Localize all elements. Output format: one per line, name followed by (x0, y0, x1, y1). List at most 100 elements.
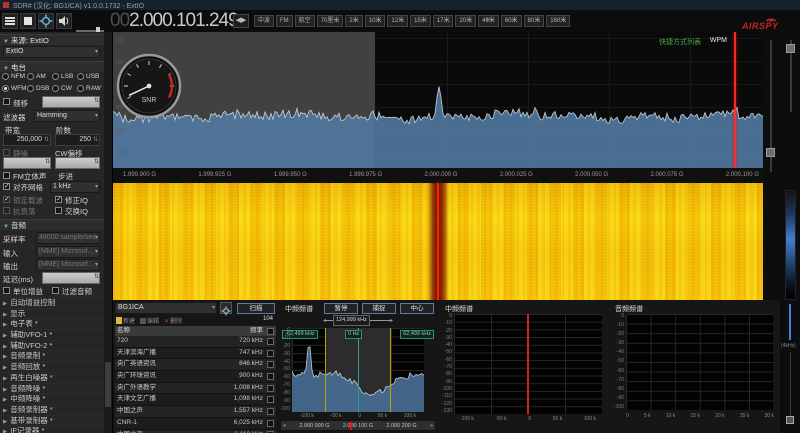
latency-input[interactable] (42, 272, 100, 284)
band-button[interactable]: 160米 (546, 15, 570, 27)
source-section-header[interactable]: ▼来源: ExtIO (0, 34, 104, 45)
table-row[interactable]: 天津滨海广播 747 kHz (115, 348, 276, 360)
title-bar[interactable]: SDR# (汉化: BG1ICA) v1.0.0.1732 - ExtIO (0, 0, 800, 10)
column-frequency[interactable]: 频率 (221, 326, 265, 336)
mode-radio[interactable]: LSB (52, 73, 77, 80)
main-spectrum-display[interactable]: -20-40-60-80-100-120 SNR 快捷方式列表 WPM (113, 32, 763, 168)
band-button[interactable]: 20米 (455, 15, 476, 27)
row-checkbox[interactable] (265, 371, 276, 382)
collapsed-section-header[interactable]: ▶再生白噪器 * (0, 372, 104, 383)
collapsed-section-header[interactable]: ▶音频录制 * (0, 350, 104, 361)
table-row[interactable]: 央广英语资讯 846 kHz (115, 359, 276, 371)
shift-input[interactable] (42, 96, 100, 108)
frequency-group-dropdown[interactable]: BG1ICA (115, 302, 217, 314)
bandwidth-input[interactable]: 250,000 (3, 134, 51, 146)
frequency-display[interactable]: 002.000.101.249 (110, 10, 238, 32)
row-checkbox[interactable] (265, 418, 276, 429)
correct-iq-checkbox[interactable] (55, 196, 62, 203)
collapsed-section-header[interactable]: ▶辅助VFO-2 * (0, 340, 104, 351)
mute-button[interactable] (56, 13, 72, 29)
new-entry-icon[interactable] (116, 317, 122, 324)
collapsed-section-header[interactable]: ▶音频录制器 * (0, 404, 104, 415)
audio-zoom-slider-thumb[interactable] (786, 416, 794, 424)
frequency-step-buttons[interactable]: ◀▶ (233, 14, 249, 28)
frequency-zoombar[interactable]: « 2.000 000 G 2.000 100 G 2.000 200 G » (280, 420, 436, 431)
waterfall-palette-bar[interactable] (785, 190, 796, 300)
table-row[interactable]: 央广外语教学 1,008 kHz (115, 383, 276, 395)
collapsed-section-header[interactable]: ▶自动增益控制 (0, 297, 104, 308)
table-row[interactable]: 天津文艺广播 1,098 kHz (115, 394, 276, 406)
if-spectrum-plot[interactable] (454, 314, 602, 414)
mode-radio[interactable]: NFM (2, 73, 27, 80)
band-button[interactable]: 17米 (433, 15, 454, 27)
table-row[interactable]: 中国之声 1,557 kHz (115, 406, 276, 418)
band-button[interactable]: 15米 (410, 15, 431, 27)
band-button[interactable]: 10米 (365, 15, 386, 27)
tuning-line[interactable] (734, 32, 736, 168)
sidebar-scrollbar-thumb[interactable] (105, 362, 111, 407)
collapsed-section-header[interactable]: ▶基带录制器 * (0, 415, 104, 426)
filter-audio-checkbox[interactable] (52, 287, 59, 294)
menu-button[interactable] (2, 13, 18, 29)
delete-entry-label[interactable]: 删除 (170, 319, 182, 325)
band-button[interactable]: 60米 (501, 15, 522, 27)
frequency-table-header[interactable]: 名称 频率 (115, 326, 276, 336)
mode-radio[interactable]: USB (77, 73, 102, 80)
table-row[interactable]: 央广环球资讯 900 kHz (115, 371, 276, 383)
mode-radio[interactable]: CW (52, 85, 77, 92)
audio-zoom-slider-fill[interactable] (789, 304, 791, 340)
band-button[interactable]: 航空 (295, 15, 315, 27)
mode-radio[interactable]: AM (27, 73, 52, 80)
band-button[interactable]: FM (276, 15, 293, 27)
zoombar-left-arrow[interactable]: « (283, 423, 286, 429)
band-button[interactable]: 2米 (345, 15, 362, 27)
swap-iq-checkbox[interactable] (55, 207, 62, 214)
sidebar-scrollbar[interactable] (104, 32, 112, 433)
row-checkbox[interactable] (265, 406, 276, 417)
step-size-dropdown[interactable]: 1 kHz (50, 181, 100, 193)
center-button[interactable]: 中心 (400, 303, 434, 314)
collapsed-section-header[interactable]: ▶IF记录器 * (0, 425, 104, 433)
band-button[interactable]: 12米 (387, 15, 408, 27)
contrast-slider-thumb[interactable] (786, 44, 795, 53)
band-button[interactable]: 80米 (524, 15, 545, 27)
if-zoom-plot[interactable] (292, 328, 424, 412)
table-row[interactable]: 中国之声 6,110 kHz (115, 430, 276, 433)
shortcut-list-link[interactable]: 快捷方式列表 (659, 37, 701, 47)
edit-entry-icon[interactable] (140, 318, 146, 324)
snap-to-grid-checkbox[interactable] (3, 183, 10, 190)
scan-button[interactable]: 扫描 (237, 303, 275, 314)
collapsed-section-header[interactable]: ▶音频回放 * (0, 361, 104, 372)
collapsed-section-header[interactable]: ▶电子表 * (0, 318, 104, 329)
filter-dropdown[interactable]: Hamming (34, 110, 100, 122)
pause-button[interactable]: 暂停 (324, 303, 358, 314)
zoom-slider-thumb[interactable] (766, 148, 775, 157)
order-input[interactable]: 250 (55, 134, 100, 146)
row-checkbox[interactable] (265, 336, 276, 347)
toolbar-overflow-caret[interactable]: ▾ (486, 16, 490, 24)
collapsed-section-header[interactable]: ▶中频降噪 * (0, 393, 104, 404)
passband-right-edge[interactable] (390, 328, 391, 412)
edit-entry-label[interactable]: 编辑 (147, 319, 159, 325)
row-checkbox[interactable] (265, 348, 276, 359)
row-checkbox[interactable] (265, 359, 276, 370)
collapsed-section-header[interactable]: ▶音频降噪 * (0, 383, 104, 394)
audio-spectrum-plot[interactable] (626, 314, 774, 410)
delete-entry-icon[interactable]: ✕ (164, 319, 169, 325)
radio-section-header[interactable]: ▼电台 (0, 61, 104, 72)
row-checkbox[interactable] (265, 383, 276, 394)
new-entry-label[interactable]: 新建 (123, 319, 135, 325)
column-name[interactable]: 名称 (115, 326, 221, 336)
capture-button[interactable]: 捕捉 (362, 303, 396, 314)
collapsed-section-header[interactable]: ▶显示 (0, 308, 104, 319)
fm-stereo-checkbox[interactable] (3, 172, 10, 179)
source-device-dropdown[interactable]: ExtIO (3, 46, 100, 58)
audio-zoom-slider-track[interactable] (790, 352, 791, 416)
unity-gain-checkbox[interactable] (3, 287, 10, 294)
shift-checkbox[interactable] (3, 98, 10, 105)
row-checkbox[interactable] (265, 430, 276, 433)
settings-button[interactable] (38, 13, 54, 29)
collapsed-section-header[interactable]: ▶辅助VFO-1 * (0, 329, 104, 340)
band-button[interactable]: 中波 (254, 15, 274, 27)
row-checkbox[interactable] (265, 394, 276, 405)
